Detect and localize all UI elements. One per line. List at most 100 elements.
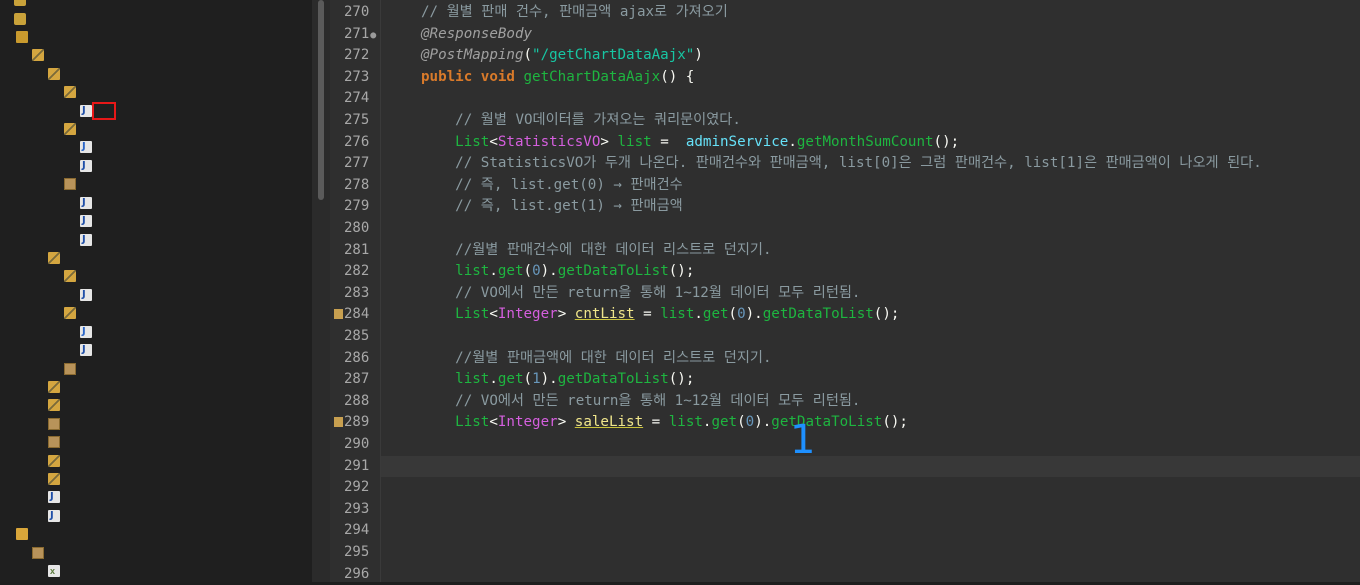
tree-item[interactable] <box>0 10 34 28</box>
tree-item[interactable] <box>0 304 80 322</box>
tree-item[interactable] <box>0 83 80 101</box>
code-token: = <box>634 306 661 323</box>
code-token: get <box>702 306 729 323</box>
tree-item[interactable] <box>0 231 96 249</box>
code-token: (); <box>933 133 960 150</box>
code-line[interactable]: list.get(0).getDataToList(); <box>421 261 694 283</box>
tree-item[interactable] <box>0 46 48 64</box>
tree-item[interactable] <box>0 323 96 341</box>
explorer-scrollbar-thumb[interactable] <box>318 0 324 200</box>
code-area[interactable]: // 월별 판매 건수, 판매금액 ajax로 가져오기 @ResponseBod… <box>381 0 1360 582</box>
code-token: StatisticsVO <box>497 133 601 150</box>
tree-item[interactable] <box>0 396 64 414</box>
code-line[interactable]: // 즉, list.get(0) → 판매건수 <box>421 175 683 197</box>
tree-item[interactable] <box>0 544 48 562</box>
tree-item[interactable] <box>0 194 96 212</box>
project-icon <box>14 0 26 6</box>
package-icon <box>48 472 60 485</box>
code-line[interactable]: //월별 판매금액에 대한 데이터 리스트로 던지기. <box>421 348 772 370</box>
package-icon <box>32 48 44 61</box>
tree-item[interactable] <box>0 157 96 175</box>
code-token: < <box>489 133 498 150</box>
code-line[interactable]: // 월별 판매 건수, 판매금액 ajax로 가져오기 <box>421 2 728 24</box>
tree-item[interactable] <box>0 286 96 304</box>
code-token: 0 <box>745 414 755 431</box>
override-dot-icon: ● <box>370 29 377 41</box>
tree-item[interactable] <box>0 562 64 580</box>
explorer-scrollbar[interactable] <box>312 0 330 582</box>
code-token: // 월별 VO데이터를 가져오는 쿼리문이였다. <box>421 112 741 128</box>
tree-item[interactable] <box>0 452 64 470</box>
code-line[interactable]: // VO에서 만든 return을 통해 1~12월 데이터 모두 리턴됨. <box>421 283 860 305</box>
code-token: ). <box>745 306 763 323</box>
tree-item[interactable] <box>0 433 64 451</box>
code-line[interactable]: //월별 판매건수에 대한 데이터 리스트로 던지기. <box>421 240 772 262</box>
code-token: List <box>455 306 490 323</box>
code-line[interactable]: List<Integer> saleList = list.get(0).get… <box>421 412 908 434</box>
code-line[interactable]: // 월별 VO데이터를 가져오는 쿼리문이였다. <box>421 110 741 132</box>
java-interface-icon <box>80 138 92 156</box>
code-token: // 즉, list.get(1) → 판매금액 <box>421 198 683 215</box>
tree-item[interactable] <box>0 28 32 46</box>
code-token: @ResponseBody <box>421 25 533 42</box>
tree-item[interactable] <box>0 525 32 543</box>
code-token: // VO에서 만든 return을 통해 1~12월 데이터 모두 리턴됨. <box>421 392 861 409</box>
tree-item[interactable] <box>0 0 34 9</box>
highlighted-file-label <box>92 102 116 120</box>
code-token: getDataToList <box>762 306 874 323</box>
java-file-icon <box>80 286 92 304</box>
tree-item[interactable] <box>0 267 80 285</box>
code-token: get <box>711 414 738 431</box>
java-file-icon <box>80 157 92 175</box>
code-token: //월별 판매건수에 대한 데이터 리스트로 던지기. <box>421 241 772 258</box>
code-token: ). <box>540 371 558 388</box>
code-line[interactable]: // StatisticsVO가 두개 나온다. 판매건수와 판매금액, lis… <box>421 153 1262 175</box>
tree-item[interactable] <box>0 341 96 359</box>
code-token: "/getChartDataAajx" <box>532 47 695 64</box>
tree-item[interactable] <box>0 360 80 378</box>
code-line[interactable]: List<StatisticsVO> list = adminService.g… <box>421 132 959 154</box>
package-icon <box>48 67 60 80</box>
code-token: getDataToList <box>771 414 883 431</box>
tree-item[interactable] <box>0 488 64 506</box>
code-token: get <box>497 371 524 388</box>
code-line[interactable]: // 즉, list.get(1) → 판매금액 <box>421 196 683 218</box>
tree-item[interactable] <box>0 415 64 433</box>
java-file-icon <box>80 194 92 212</box>
tree-item[interactable] <box>0 378 64 396</box>
code-token: ( <box>523 263 533 280</box>
java-interface-icon <box>80 323 92 341</box>
code-token: list <box>617 133 652 150</box>
tree-item[interactable] <box>0 212 96 230</box>
empty-package-icon <box>48 417 60 430</box>
code-line[interactable]: public void getChartDataAajx() { <box>421 67 694 89</box>
code-line[interactable]: List<Integer> cntList = list.get(0).getD… <box>421 304 899 326</box>
tree-item[interactable] <box>0 507 64 525</box>
code-token: //월별 판매금액에 대한 데이터 리스트로 던지기. <box>421 349 772 366</box>
tree-item[interactable] <box>0 120 80 138</box>
package-explorer <box>0 0 312 582</box>
code-token: Integer <box>497 414 558 431</box>
package-icon <box>48 380 60 393</box>
tree-item[interactable] <box>0 65 64 83</box>
tree-item[interactable] <box>0 470 64 488</box>
code-line[interactable]: @PostMapping("/getChartDataAajx") <box>421 45 703 67</box>
warning-icon[interactable] <box>334 309 343 320</box>
code-line[interactable]: // VO에서 만든 return을 통해 1~12월 데이터 모두 리턴됨. <box>421 391 860 413</box>
source-folder-icon <box>16 30 28 43</box>
code-editor[interactable]: 270 271● 272 273 274 275 276 277 278 279 280 281 282… <box>330 0 1360 582</box>
tree-item[interactable] <box>0 249 64 267</box>
tree-item[interactable] <box>0 102 116 120</box>
resource-folder-icon <box>16 527 28 540</box>
code-line[interactable]: @ResponseBody <box>421 24 532 46</box>
java-file-icon <box>80 341 92 359</box>
warning-icon[interactable] <box>334 417 343 428</box>
code-token: // VO에서 만든 return을 통해 1~12월 데이터 모두 리턴됨. <box>421 284 861 301</box>
tree-item[interactable] <box>0 175 80 193</box>
package-icon <box>48 454 60 467</box>
code-line[interactable]: list.get(1).getDataToList(); <box>421 369 694 391</box>
tree-item[interactable] <box>0 138 96 156</box>
